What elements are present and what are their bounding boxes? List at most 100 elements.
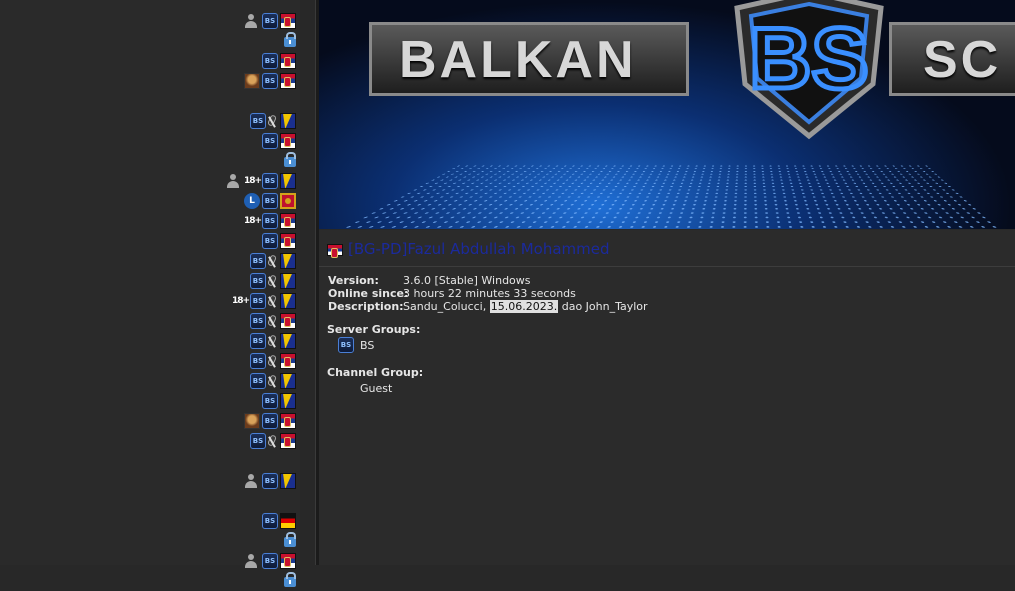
avatar-icon [244, 413, 260, 429]
description-date-selected[interactable]: 15.06.2023. [489, 300, 559, 313]
user-icon [226, 173, 240, 189]
client-row[interactable]: BS [0, 351, 300, 371]
version-row: Version: 3.6.0 [Stable] Windows [328, 274, 531, 287]
l-badge-icon: L [244, 193, 260, 209]
montenegro-flag-icon [280, 193, 296, 209]
bosnia-flag-icon [280, 473, 296, 489]
client-row[interactable]: BS [0, 231, 300, 251]
client-row[interactable]: BS [0, 391, 300, 411]
bs-group-icon: BS [250, 313, 266, 329]
client-row[interactable]: BS [0, 311, 300, 331]
bs-group-icon: BS [250, 433, 266, 449]
client-row[interactable]: BS [0, 71, 300, 91]
client-row[interactable]: BS [0, 11, 300, 31]
lock-icon [284, 572, 296, 587]
client-row[interactable]: BS [0, 411, 300, 431]
client-row[interactable]: BS [0, 51, 300, 71]
bosnia-flag-icon [280, 113, 296, 129]
bosnia-flag-icon [280, 253, 296, 269]
client-row[interactable]: BS [0, 431, 300, 451]
bosnia-flag-icon [280, 293, 296, 309]
bs-group-icon: BS [262, 413, 278, 429]
serbia-flag-icon [327, 244, 343, 258]
bs-group-icon: BS [250, 253, 266, 269]
age-18-icon: 18+ [244, 176, 262, 186]
muted-mic-icon [268, 273, 278, 289]
client-row[interactable]: BS 18+ [0, 171, 300, 191]
muted-mic-icon [268, 293, 278, 309]
bs-group-icon: BS [262, 133, 278, 149]
client-row[interactable]: BS 18+ [0, 291, 300, 311]
version-label: Version: [328, 274, 379, 287]
online-label: Online since: [328, 287, 409, 300]
bs-group-icon: BS [250, 273, 266, 289]
channel-group-heading: Channel Group: [327, 366, 424, 379]
serbia-flag-icon [280, 213, 296, 229]
client-row[interactable]: BS [0, 251, 300, 271]
bs-group-icon: BS [262, 553, 278, 569]
muted-mic-icon [268, 313, 278, 329]
serbia-flag-icon [280, 313, 296, 329]
bs-group-icon: BS [250, 373, 266, 389]
client-row[interactable] [0, 531, 300, 551]
client-row[interactable]: BS [0, 131, 300, 151]
serbia-flag-icon [280, 353, 296, 369]
serbia-flag-icon [280, 553, 296, 569]
server-banner: BALKAN SC BS [319, 0, 1015, 229]
serbia-flag-icon [280, 13, 296, 29]
client-row[interactable]: BS [0, 331, 300, 351]
client-row[interactable]: BS L [0, 191, 300, 211]
client-info-panel: [BG-PD]Fazul Abdullah Mohammed Version: 3… [319, 230, 1015, 565]
muted-mic-icon [268, 113, 278, 129]
bosnia-flag-icon [280, 393, 296, 409]
bosnia-flag-icon [280, 173, 296, 189]
bs-group-icon: BS [262, 513, 278, 529]
online-value: 3 hours 22 minutes 33 seconds [403, 287, 576, 300]
client-row[interactable]: BS [0, 111, 300, 131]
client-row[interactable]: BS [0, 551, 300, 571]
serbia-flag-icon [280, 73, 296, 89]
bs-group-icon: BS [262, 233, 278, 249]
description-label: Description: [328, 300, 404, 313]
description-row: Description:Sandu_Colucci, 15.06.2023. d… [328, 300, 648, 313]
client-row[interactable] [0, 151, 300, 171]
bosnia-flag-icon [280, 373, 296, 389]
server-groups-heading: Server Groups: [327, 323, 421, 336]
channel-tree[interactable]: BS BS BS BS BS BS 18+ BS L BS 18+ BS BS BS BS 18+ BS BS BS… [0, 0, 300, 587]
logo-text: BS [749, 11, 868, 107]
muted-mic-icon [268, 373, 278, 389]
serbia-flag-icon [280, 433, 296, 449]
serbia-flag-icon [280, 53, 296, 69]
client-row[interactable] [0, 571, 300, 591]
bs-group-icon: BS [262, 13, 278, 29]
client-row[interactable]: BS [0, 511, 300, 531]
bs-group-icon: BS [262, 393, 278, 409]
client-row[interactable]: BS [0, 471, 300, 491]
muted-mic-icon [268, 353, 278, 369]
bs-group-icon: BS [250, 353, 266, 369]
bs-group-icon: BS [250, 293, 266, 309]
client-row[interactable]: BS [0, 371, 300, 391]
client-row[interactable] [0, 451, 300, 471]
bs-group-icon: BS [262, 173, 278, 189]
client-row[interactable]: BS [0, 271, 300, 291]
bs-group-icon: BS [262, 53, 278, 69]
lock-icon [284, 152, 296, 167]
lock-icon [284, 532, 296, 547]
client-row[interactable]: BS 18+ [0, 211, 300, 231]
client-header: [BG-PD]Fazul Abdullah Mohammed [319, 230, 1015, 267]
client-row[interactable] [0, 31, 300, 51]
bs-group-icon: BS [262, 193, 278, 209]
client-nickname[interactable]: [BG-PD]Fazul Abdullah Mohammed [348, 240, 610, 258]
client-row[interactable] [0, 91, 300, 111]
user-icon [244, 13, 258, 29]
bs-group-icon: BS [250, 113, 266, 129]
lock-icon [284, 32, 296, 47]
banner-dot-wave [319, 164, 1015, 229]
user-icon [244, 553, 258, 569]
age-18-icon: 18+ [232, 296, 250, 306]
germany-flag-icon [280, 513, 296, 529]
muted-mic-icon [268, 433, 278, 449]
client-row[interactable] [0, 491, 300, 511]
avatar-icon [244, 73, 260, 89]
